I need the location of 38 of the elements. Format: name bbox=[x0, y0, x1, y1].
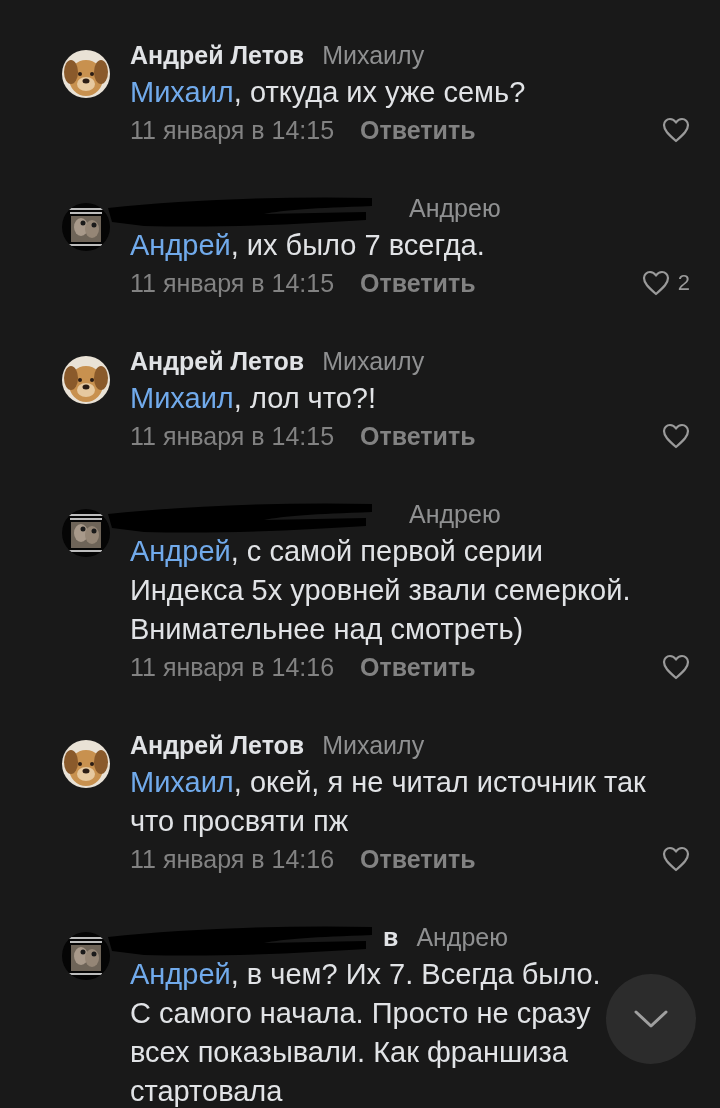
reply-link[interactable]: Ответить bbox=[360, 268, 476, 298]
comment-date: 11 января в 14:15 bbox=[130, 268, 335, 298]
author-name[interactable]: Андрей Летов bbox=[130, 730, 305, 760]
comment-text: Андрей, с самой первой серии Индекса 5х уровней звали семеркой. Внимательнее над смотреть) bbox=[130, 534, 632, 647]
comment-date: 11 января в 14:16 bbox=[130, 652, 335, 682]
comment-date: 11 января в 14:16 bbox=[130, 844, 335, 874]
reply-to-name[interactable]: Михаилу bbox=[322, 730, 425, 760]
mention-link[interactable]: Андрей bbox=[130, 958, 231, 990]
mention-link[interactable]: Михаил bbox=[130, 76, 234, 108]
comment-text: Андрей, их было 7 всегда. bbox=[130, 228, 486, 263]
reply-to-name[interactable]: Андрею bbox=[409, 499, 501, 529]
reply-link[interactable]: Ответить bbox=[360, 844, 476, 874]
chevron-down-icon bbox=[634, 1010, 668, 1028]
author-name[interactable]: в bbox=[383, 922, 399, 952]
mention-link[interactable]: Михаил bbox=[130, 766, 234, 798]
reply-to-name[interactable]: Михаилу bbox=[322, 40, 425, 70]
heart-icon[interactable] bbox=[662, 654, 690, 680]
like-count: 2 bbox=[677, 270, 690, 296]
author-name[interactable]: Андрей Летов bbox=[130, 40, 305, 70]
mention-link[interactable]: Андрей bbox=[130, 229, 231, 261]
comment-text: Михаил, окей, я не читал источник так что просвяти пж bbox=[130, 765, 647, 839]
comment-text: Михаил, лол что?! bbox=[130, 381, 377, 416]
reply-link[interactable]: Ответить bbox=[360, 421, 476, 451]
heart-icon[interactable] bbox=[662, 846, 690, 872]
comment-date: 11 января в 14:15 bbox=[130, 115, 335, 145]
reply-to-name[interactable]: Андрею bbox=[416, 922, 508, 952]
reply-link[interactable]: Ответить bbox=[360, 652, 476, 682]
heart-icon[interactable] bbox=[662, 423, 690, 449]
reply-to-name[interactable]: Андрею bbox=[409, 193, 501, 223]
heart-icon[interactable] bbox=[641, 270, 670, 296]
reply-link[interactable]: Ответить bbox=[360, 115, 476, 145]
mention-link[interactable]: Михаил bbox=[130, 382, 234, 414]
heart-icon[interactable] bbox=[662, 117, 690, 143]
reply-to-name[interactable]: Михаилу bbox=[322, 346, 425, 376]
comment-text: Михаил, откуда их уже семь? bbox=[130, 75, 527, 110]
comment-date: 11 января в 14:15 bbox=[130, 421, 335, 451]
author-name[interactable]: Андрей Летов bbox=[130, 346, 305, 376]
mention-link[interactable]: Андрей bbox=[130, 535, 231, 567]
